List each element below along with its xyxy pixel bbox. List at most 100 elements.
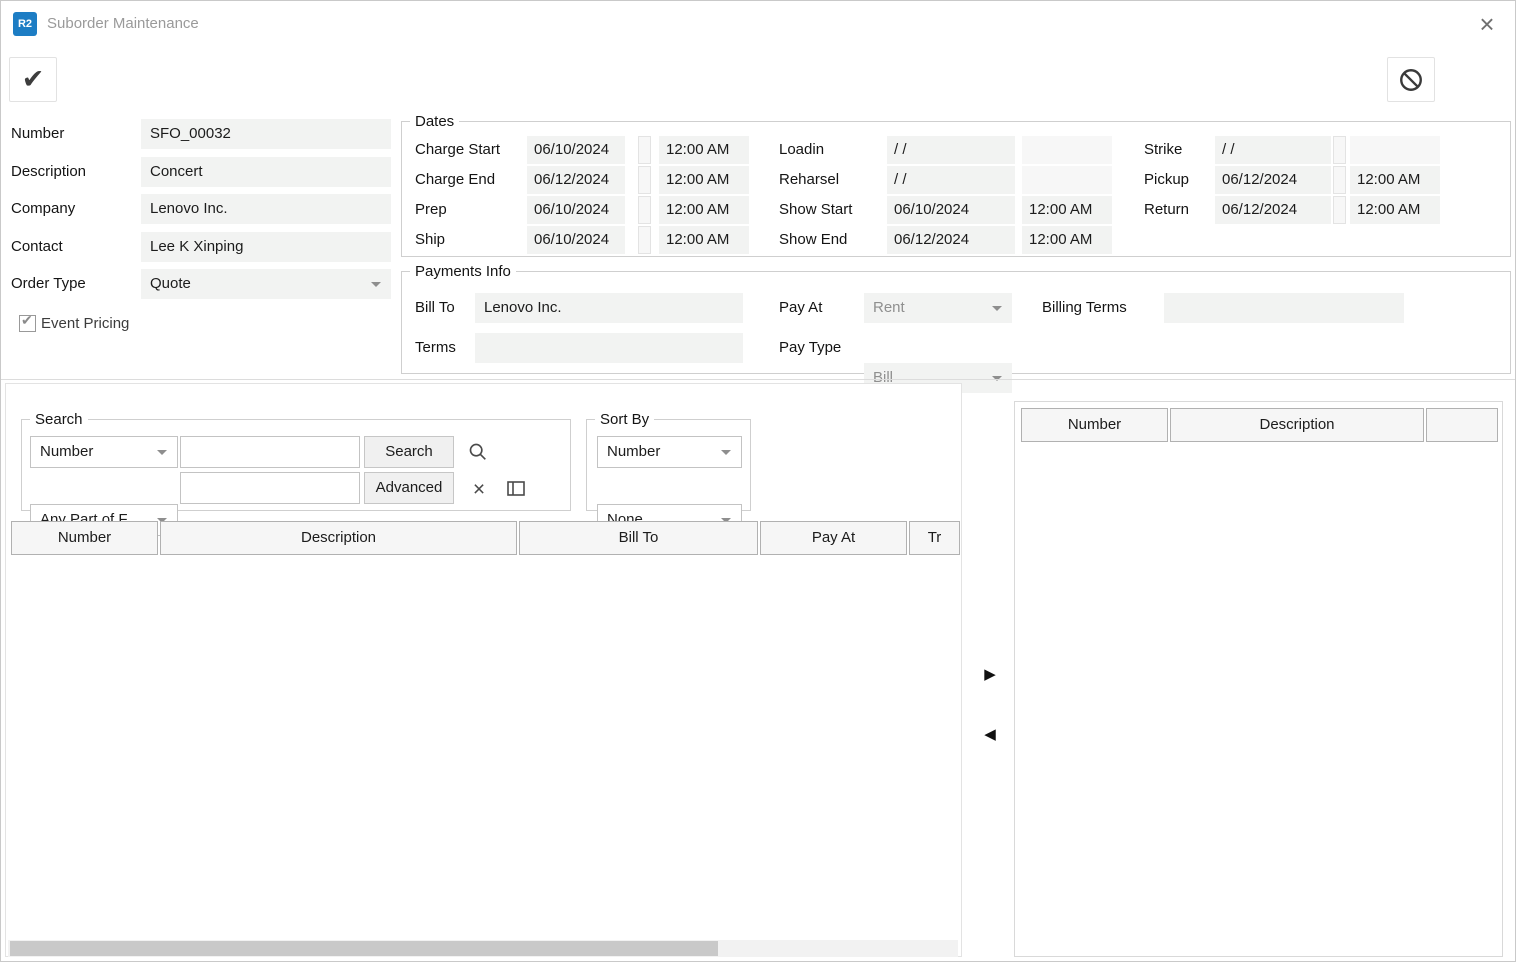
move-right-icon: ▶ <box>984 665 996 683</box>
charge-start-time[interactable]: 12:00 AM <box>659 136 749 164</box>
loadin-date[interactable]: / / <box>887 136 1015 164</box>
charge-end-time[interactable]: 12:00 AM <box>659 166 749 194</box>
clear-x-icon: × <box>473 479 485 500</box>
ok-button[interactable]: ✔ <box>9 57 57 102</box>
show-start-date[interactable]: 06/10/2024 <box>887 196 1015 224</box>
right-table-header-spacer <box>1426 408 1498 442</box>
left-table-header-description[interactable]: Description <box>160 521 517 555</box>
prep-time[interactable]: 12:00 AM <box>659 196 749 224</box>
show-start-label: Show Start <box>779 196 852 224</box>
number-field[interactable]: SFO_00032 <box>141 119 391 149</box>
checkbox-check-icon: ✔ <box>21 312 33 329</box>
bill-to-label: Bill To <box>415 293 455 323</box>
ship-date[interactable]: 06/10/2024 <box>527 226 625 254</box>
order-type-label: Order Type <box>11 269 86 299</box>
move-left-icon: ◀ <box>984 725 996 743</box>
check-icon: ✔ <box>22 64 45 95</box>
description-label: Description <box>11 157 86 187</box>
show-start-time[interactable]: 12:00 AM <box>1022 196 1112 224</box>
reharsel-time[interactable] <box>1022 166 1112 194</box>
strike-date[interactable]: / / <box>1215 136 1331 164</box>
charge-start-date-picker[interactable] <box>638 136 651 164</box>
pickup-date[interactable]: 06/12/2024 <box>1215 166 1331 194</box>
right-table-body[interactable] <box>1021 442 1498 950</box>
close-icon[interactable]: × <box>1471 9 1503 41</box>
show-end-date[interactable]: 06/12/2024 <box>887 226 1015 254</box>
left-table-hscrollbar[interactable] <box>8 940 958 957</box>
charge-start-label: Charge Start <box>415 136 500 164</box>
payments-info-legend: Payments Info <box>410 262 516 281</box>
prep-date-picker[interactable] <box>638 196 651 224</box>
cancel-circle-slash-icon <box>1398 67 1424 93</box>
left-table-body[interactable] <box>11 556 955 938</box>
return-time[interactable]: 12:00 AM <box>1350 196 1440 224</box>
return-label: Return <box>1144 196 1189 224</box>
strike-date-picker[interactable] <box>1333 136 1346 164</box>
loadin-time[interactable] <box>1022 136 1112 164</box>
contact-label: Contact <box>11 232 63 262</box>
left-table-header-bill-to[interactable]: Bill To <box>519 521 758 555</box>
advanced-button[interactable]: Advanced <box>364 472 454 504</box>
show-end-label: Show End <box>779 226 847 254</box>
section-divider <box>1 379 1516 380</box>
company-label: Company <box>11 194 75 224</box>
event-pricing-checkbox[interactable]: ✔ <box>19 315 36 332</box>
window-title: Suborder Maintenance <box>47 15 199 32</box>
app-logo-icon: R2 <box>13 12 37 36</box>
ship-date-picker[interactable] <box>638 226 651 254</box>
sort-primary-select[interactable]: Number <box>597 436 742 468</box>
strike-time[interactable] <box>1350 136 1440 164</box>
magnifier-icon[interactable] <box>464 438 492 466</box>
terms-field[interactable] <box>475 333 743 363</box>
ship-label: Ship <box>415 226 445 254</box>
sort-by-group: Sort By Number None <box>586 419 751 511</box>
pickup-date-picker[interactable] <box>1333 166 1346 194</box>
company-field[interactable]: Lenovo Inc. <box>141 194 391 224</box>
description-field[interactable]: Concert <box>141 157 391 187</box>
right-table-header-number[interactable]: Number <box>1021 408 1168 442</box>
prep-label: Prep <box>415 196 447 224</box>
search-field-select[interactable]: Number <box>30 436 178 468</box>
dates-group: Dates Charge Start 06/10/2024 12:00 AM C… <box>401 121 1511 257</box>
event-pricing-label: Event Pricing <box>41 315 129 332</box>
field-chooser-icon[interactable] <box>502 476 530 502</box>
strike-label: Strike <box>1144 136 1182 164</box>
billing-terms-field[interactable] <box>1164 293 1404 323</box>
reharsel-date[interactable]: / / <box>887 166 1015 194</box>
suborder-maintenance-window: R2 Suborder Maintenance × ✔ Number SFO_0… <box>0 0 1516 962</box>
bill-to-field[interactable]: Lenovo Inc. <box>475 293 743 323</box>
search-input-2[interactable] <box>180 472 360 504</box>
order-type-select[interactable]: Quote <box>141 269 391 299</box>
reharsel-label: Reharsel <box>779 166 839 194</box>
search-legend: Search <box>30 410 88 429</box>
cancel-button[interactable] <box>1387 57 1435 102</box>
ship-time[interactable]: 12:00 AM <box>659 226 749 254</box>
pay-at-select[interactable]: Rent <box>864 293 1012 323</box>
search-group: Search Number Search Any Part of F... Ad… <box>21 419 571 511</box>
move-left-button[interactable]: ◀ <box>975 719 1005 749</box>
right-table-header-description[interactable]: Description <box>1170 408 1424 442</box>
billing-terms-label: Billing Terms <box>1042 293 1127 323</box>
number-label: Number <box>11 119 64 149</box>
charge-end-date[interactable]: 06/12/2024 <box>527 166 625 194</box>
return-date-picker[interactable] <box>1333 196 1346 224</box>
hscrollbar-thumb[interactable] <box>10 941 718 956</box>
left-table-header-number[interactable]: Number <box>11 521 158 555</box>
left-table-header-pay-at[interactable]: Pay At <box>760 521 907 555</box>
clear-search-icon[interactable]: × <box>466 476 492 502</box>
search-button[interactable]: Search <box>364 436 454 468</box>
charge-end-date-picker[interactable] <box>638 166 651 194</box>
return-date[interactable]: 06/12/2024 <box>1215 196 1331 224</box>
show-end-time[interactable]: 12:00 AM <box>1022 226 1112 254</box>
pickup-time[interactable]: 12:00 AM <box>1350 166 1440 194</box>
search-input[interactable] <box>180 436 360 468</box>
sort-by-legend: Sort By <box>595 410 654 429</box>
move-right-button[interactable]: ▶ <box>975 659 1005 689</box>
prep-date[interactable]: 06/10/2024 <box>527 196 625 224</box>
left-table-header-truncated[interactable]: Tr <box>909 521 960 555</box>
pickup-label: Pickup <box>1144 166 1189 194</box>
contact-field[interactable]: Lee K Xinping <box>141 232 391 262</box>
charge-start-date[interactable]: 06/10/2024 <box>527 136 625 164</box>
terms-label: Terms <box>415 333 456 363</box>
loadin-label: Loadin <box>779 136 824 164</box>
